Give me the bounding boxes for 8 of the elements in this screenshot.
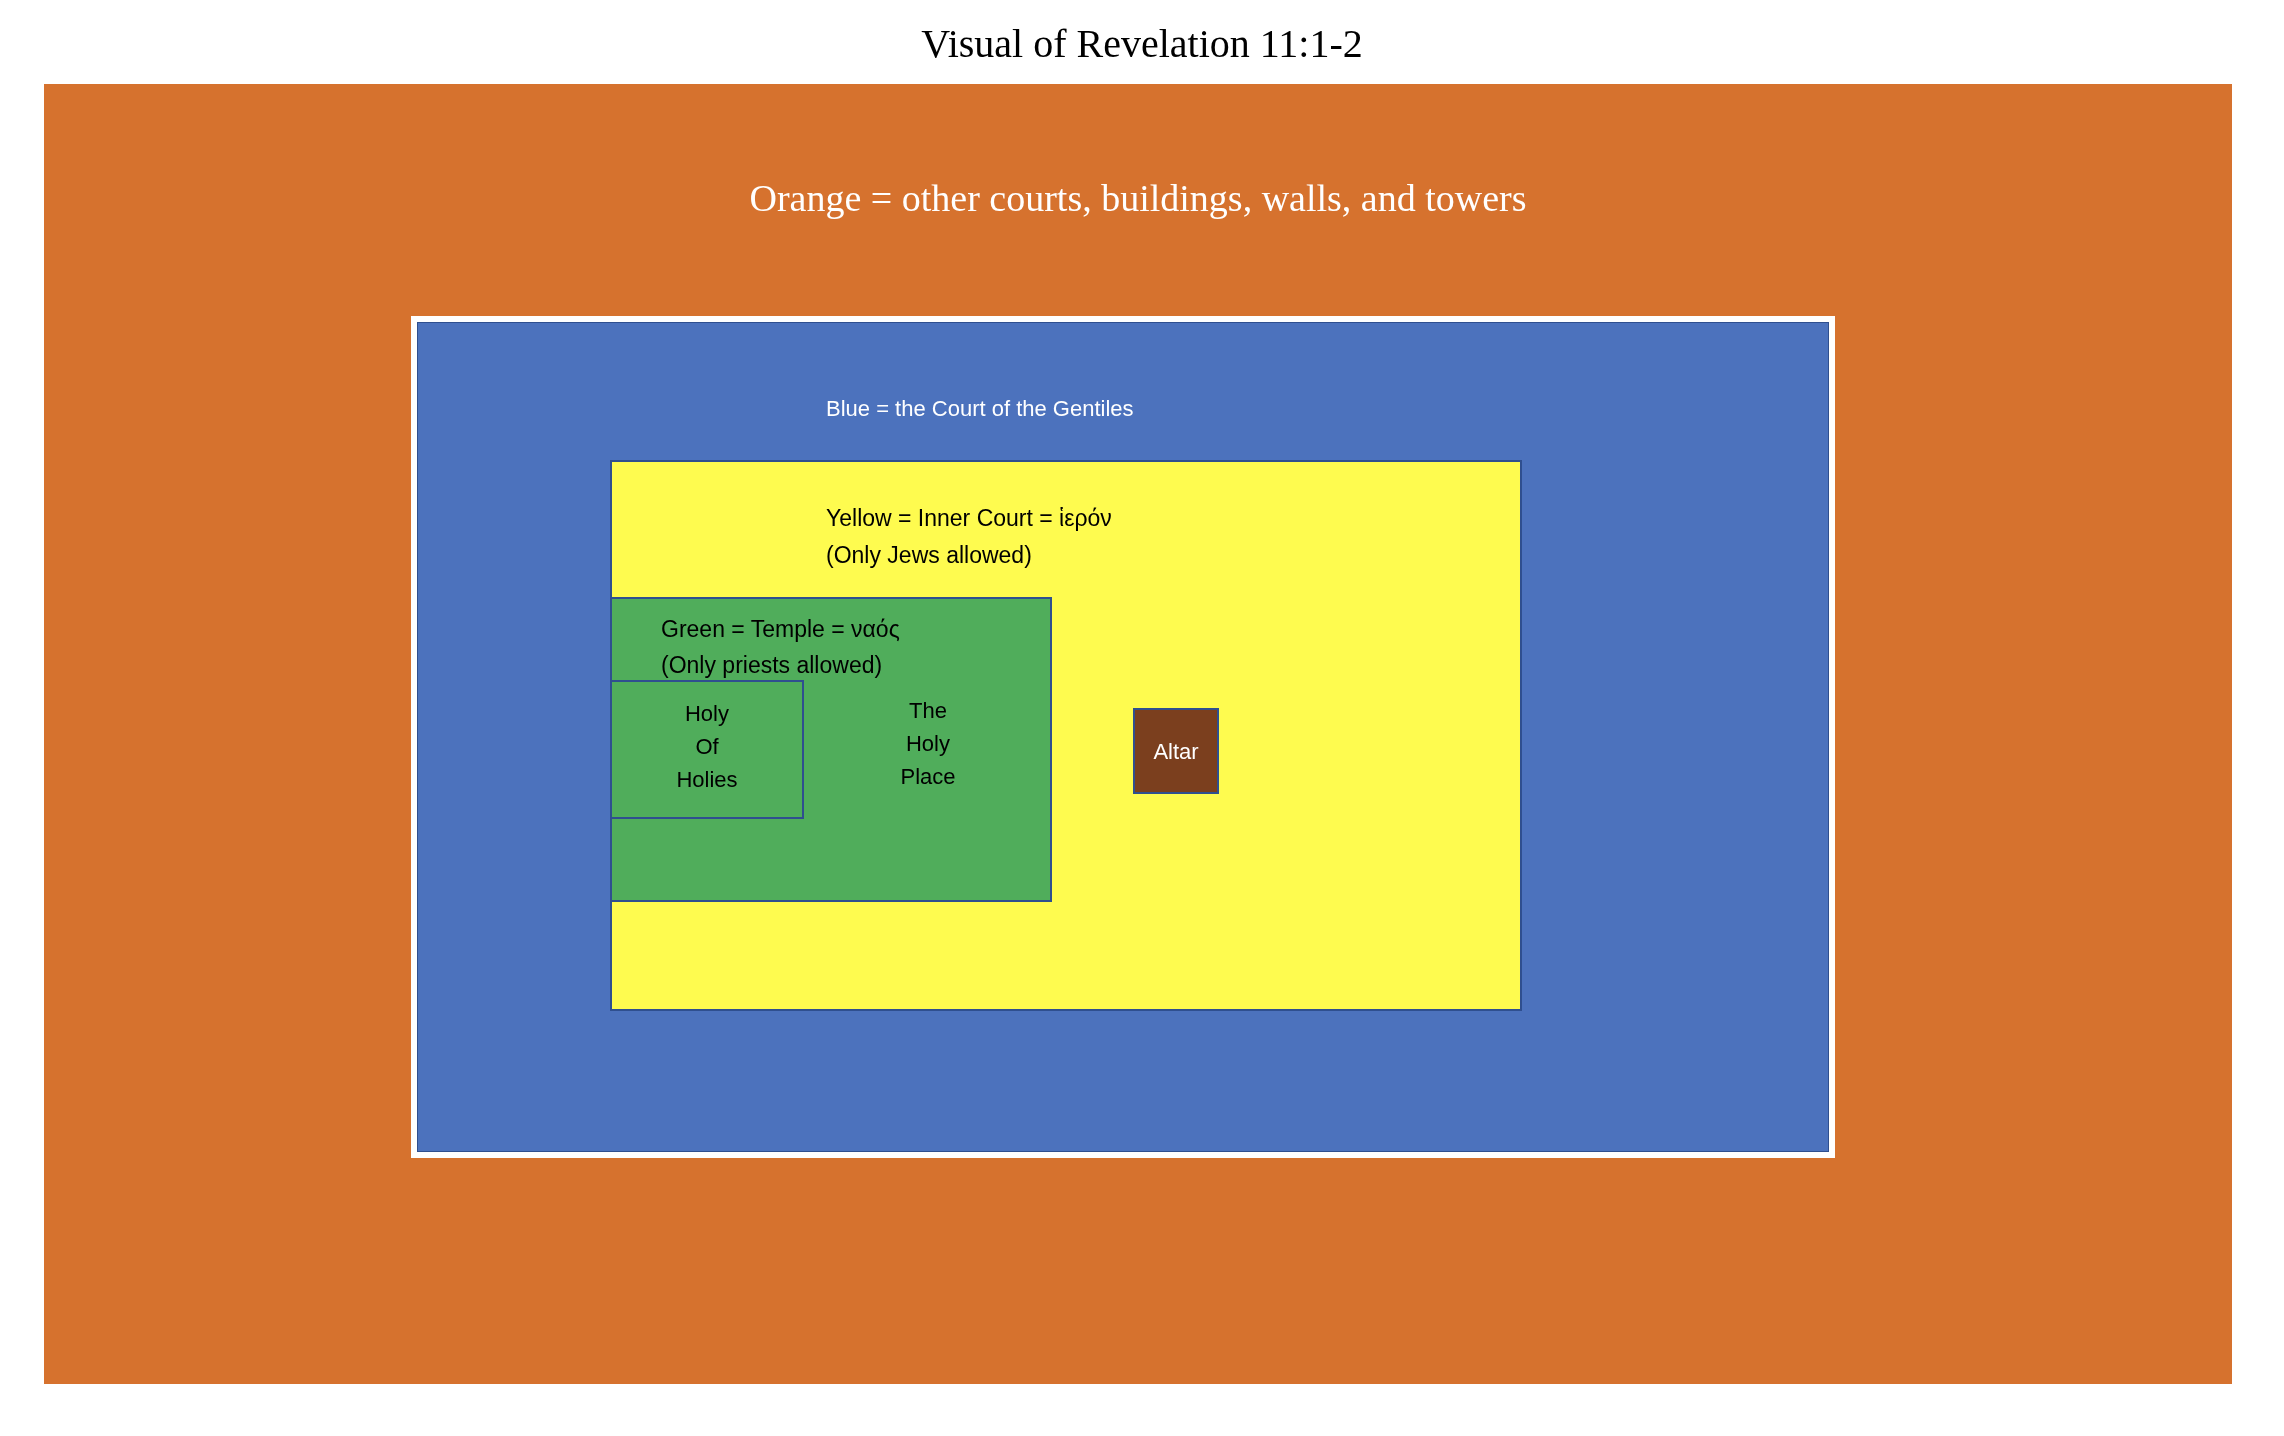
inner-court-label: Yellow = Inner Court = ἱερόν (Only Jews allowed) (826, 504, 1112, 570)
diagram-title: Visual of Revelation 11:1-2 (920, 20, 1364, 68)
temple-label: Green = Temple = ναός (Only priests allowed) (661, 615, 900, 680)
altar: Altar (1133, 708, 1219, 794)
holy-of-holies: Holy Of Holies (610, 680, 804, 819)
court-of-gentiles-label: Blue = the Court of the Gentiles (826, 395, 1134, 423)
outer-area-label: Orange = other courts, buildings, walls, and towers (748, 176, 1528, 221)
holy-place-label: The Holy Place (899, 697, 957, 791)
